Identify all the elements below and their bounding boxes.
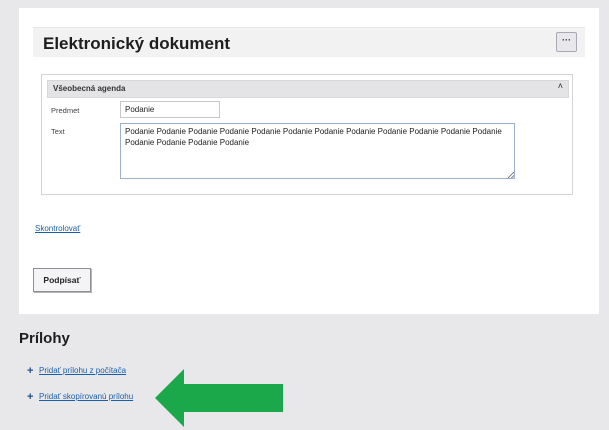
green-arrow-pointer-icon <box>155 369 283 427</box>
